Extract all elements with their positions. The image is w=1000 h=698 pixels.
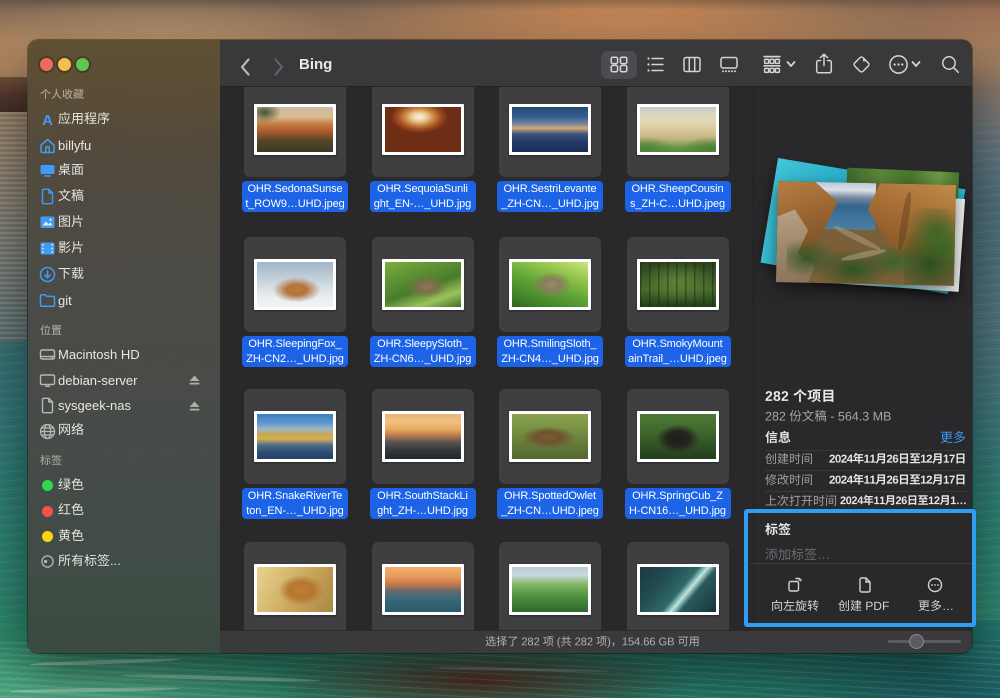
svg-text:A: A [42, 112, 53, 128]
